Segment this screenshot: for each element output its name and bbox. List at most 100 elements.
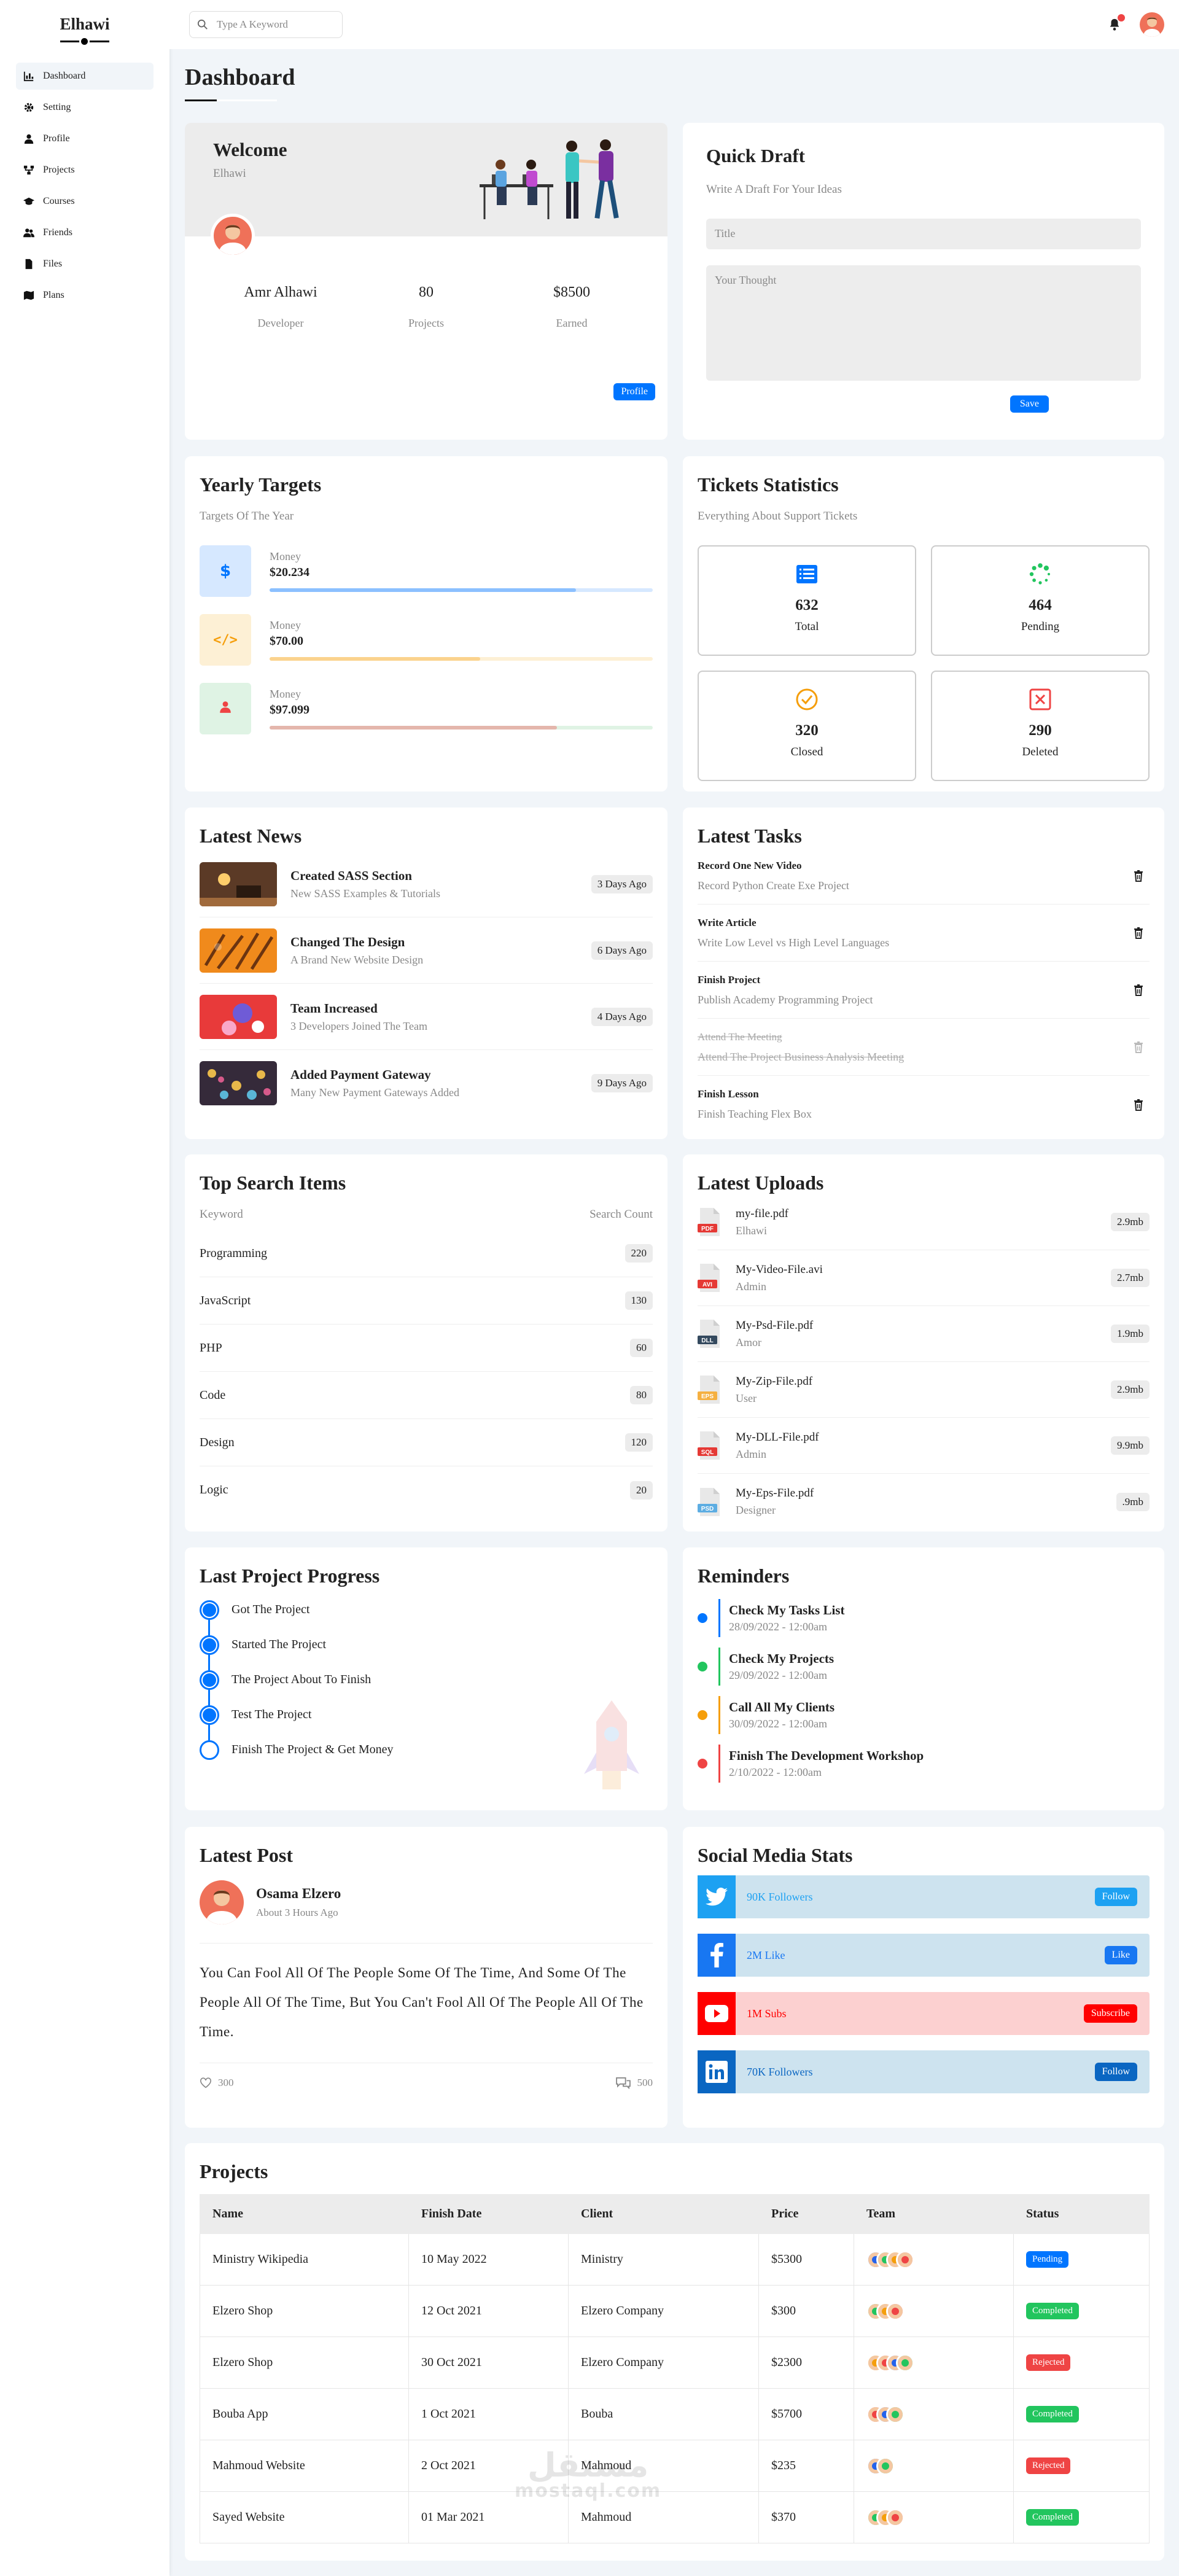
- file-size: 1.9mb: [1111, 1325, 1150, 1343]
- save-button[interactable]: Save: [1010, 395, 1049, 413]
- task-desc: Publish Academy Programming Project: [698, 993, 873, 1006]
- sidebar-item-label: Friends: [43, 227, 72, 238]
- table-row[interactable]: Sayed Website 01 Mar 2021 Mahmoud $370 Compl…: [200, 2491, 1150, 2543]
- upload-item[interactable]: AVI My-Video-File.avi Admin 2.7mb: [698, 1250, 1150, 1306]
- welcome-banner: Welcome Elhawi: [185, 123, 667, 236]
- user-avatar[interactable]: [1140, 12, 1164, 37]
- ticket-deleted: 290 Deleted: [931, 671, 1150, 781]
- delete-task-button[interactable]: [1132, 927, 1145, 939]
- news-item[interactable]: Added Payment Gateway Many New Payment Ga…: [200, 1050, 653, 1116]
- sidebar-item-files[interactable]: Files: [16, 251, 154, 278]
- reminder-title: Check My Projects: [729, 1651, 835, 1666]
- profile-button[interactable]: Profile: [613, 383, 655, 400]
- draft-thought-textarea[interactable]: Your Thought: [706, 265, 1141, 381]
- search-icon: [197, 19, 208, 29]
- table-row[interactable]: Ministry Wikipedia 10 May 2022 Ministry $53…: [200, 2233, 1150, 2286]
- post-title: Latest Post: [200, 1844, 293, 1866]
- like-button[interactable]: 300: [200, 2077, 234, 2089]
- file-name: My-Psd-File.pdf: [736, 1318, 814, 1332]
- welcome-stat-projects: 80 Projects: [359, 284, 494, 330]
- ticket-count: 464: [1029, 597, 1052, 613]
- reminder-dot: [698, 1613, 707, 1623]
- status-badge: Rejected: [1026, 2354, 1071, 2371]
- list-icon: [794, 561, 820, 587]
- search-keyword: Code: [200, 1388, 226, 1402]
- chart-icon: [23, 71, 43, 82]
- upload-item[interactable]: EPS My-Zip-File.pdf User 2.9mb: [698, 1362, 1150, 1418]
- file-name: My-Video-File.avi: [736, 1263, 823, 1276]
- table-row[interactable]: Mahmoud Website 2 Oct 2021 Mahmoud $235 Reje…: [200, 2440, 1150, 2492]
- social-action-button[interactable]: Like: [1104, 1946, 1137, 1964]
- reminder-date: 29/09/2022 - 12:00am: [729, 1668, 827, 1681]
- delete-task-button[interactable]: [1132, 870, 1145, 882]
- dollar-icon: $: [219, 562, 232, 580]
- search-input[interactable]: Type A Keyword: [189, 11, 343, 38]
- search-item-row: Design 120: [200, 1419, 653, 1466]
- upload-item[interactable]: PSD My-Eps-File.pdf Designer .9mb: [698, 1474, 1150, 1530]
- news-item[interactable]: Team Increased 3 Developers Joined The Te…: [200, 984, 653, 1050]
- sidebar-item-courses[interactable]: Courses: [16, 188, 154, 215]
- table-row[interactable]: Elzero Shop 12 Oct 2021 Elzero Company $300…: [200, 2285, 1150, 2337]
- post-author-name[interactable]: Osama Elzero: [256, 1886, 341, 1902]
- brand-logo[interactable]: Elhawi: [0, 15, 169, 47]
- news-date-badge: 3 Days Ago: [591, 874, 653, 893]
- progress-step-label: Started The Project: [232, 1638, 327, 1651]
- file-name: my-file.pdf: [736, 1207, 789, 1220]
- search-item-row: Logic 20: [200, 1466, 653, 1514]
- ticket-total: 632 Total: [698, 545, 916, 656]
- sidebar-item-projects[interactable]: Projects: [16, 157, 154, 184]
- file-type-label: SQL: [701, 1449, 714, 1456]
- search-placeholder: Type A Keyword: [217, 18, 288, 30]
- draft-title-input[interactable]: Title: [706, 219, 1141, 249]
- team-member-avatar: [886, 2508, 905, 2527]
- news-title: Added Payment Gateway: [290, 1067, 431, 1082]
- welcome-name: Elhawi: [213, 167, 246, 180]
- sidebar-item-profile[interactable]: Profile: [16, 125, 154, 152]
- news-item[interactable]: Created SASS Section New SASS Examples & …: [200, 851, 653, 917]
- upload-item[interactable]: PDF my-file.pdf Elhawi 2.9mb: [698, 1194, 1150, 1250]
- upload-item[interactable]: DLL My-Psd-File.pdf Amor 1.9mb: [698, 1306, 1150, 1362]
- projects-title: Projects: [200, 2160, 268, 2182]
- column-header: Name: [200, 2194, 409, 2234]
- search-keyword: PHP: [200, 1341, 222, 1355]
- project-price: $5300: [758, 2233, 854, 2286]
- sidebar-item-setting[interactable]: Setting: [16, 94, 154, 121]
- project-name: Bouba App: [200, 2388, 409, 2440]
- project-price: $300: [758, 2285, 854, 2337]
- social-count: 2M Like: [747, 1948, 785, 1961]
- sidebar-item-friends[interactable]: Friends: [16, 219, 154, 246]
- topbar: Type A Keyword: [169, 0, 1179, 49]
- projects-table: Name Finish Date Client Price Team Status Min…: [200, 2194, 1150, 2543]
- sidebar-item-label: Projects: [43, 165, 75, 175]
- ticket-label: Total: [795, 620, 819, 633]
- search-count: 80: [630, 1386, 653, 1404]
- progress-step-label: The Project About To Finish: [232, 1673, 372, 1686]
- sidebar-item-label: Setting: [43, 102, 71, 112]
- post-body: You Can Fool All Of The People Some Of T…: [200, 1944, 653, 2063]
- table-row[interactable]: Bouba App 1 Oct 2021 Bouba $5700 Completed: [200, 2388, 1150, 2440]
- social-action-button[interactable]: Follow: [1094, 1888, 1137, 1906]
- delete-task-button[interactable]: [1132, 984, 1145, 996]
- table-row[interactable]: Elzero Shop 30 Oct 2021 Elzero Company $230…: [200, 2337, 1150, 2389]
- delete-task-button[interactable]: [1132, 1041, 1145, 1053]
- sidebar-item-plans[interactable]: Plans: [16, 282, 154, 309]
- search-item-row: PHP 60: [200, 1325, 653, 1372]
- sidebar-item-dashboard[interactable]: Dashboard: [16, 63, 154, 90]
- delete-task-button[interactable]: [1132, 1099, 1145, 1111]
- comment-button[interactable]: 500: [615, 2077, 653, 2089]
- search-item-row: JavaScript 130: [200, 1277, 653, 1325]
- stat-label: Earned: [556, 317, 588, 329]
- upload-item[interactable]: SQL My-DLL-File.pdf Admin 9.9mb: [698, 1418, 1150, 1474]
- team-member-avatar: [876, 2456, 895, 2475]
- notification-button[interactable]: [1108, 14, 1125, 31]
- file-icon: AVI: [698, 1263, 722, 1293]
- news-item[interactable]: Changed The Design A Brand New Website De…: [200, 917, 653, 984]
- quick-draft-card: Quick Draft Write A Draft For Your Ideas…: [683, 123, 1164, 440]
- code-icon: </>: [213, 632, 238, 648]
- like-count: 300: [218, 2077, 234, 2088]
- social-action-button[interactable]: Follow: [1094, 2063, 1137, 2081]
- stat-value: $8500: [553, 284, 590, 300]
- news-date-badge: 6 Days Ago: [591, 941, 653, 960]
- target-progress-bar: [270, 726, 653, 730]
- social-action-button[interactable]: Subscribe: [1083, 2004, 1137, 2023]
